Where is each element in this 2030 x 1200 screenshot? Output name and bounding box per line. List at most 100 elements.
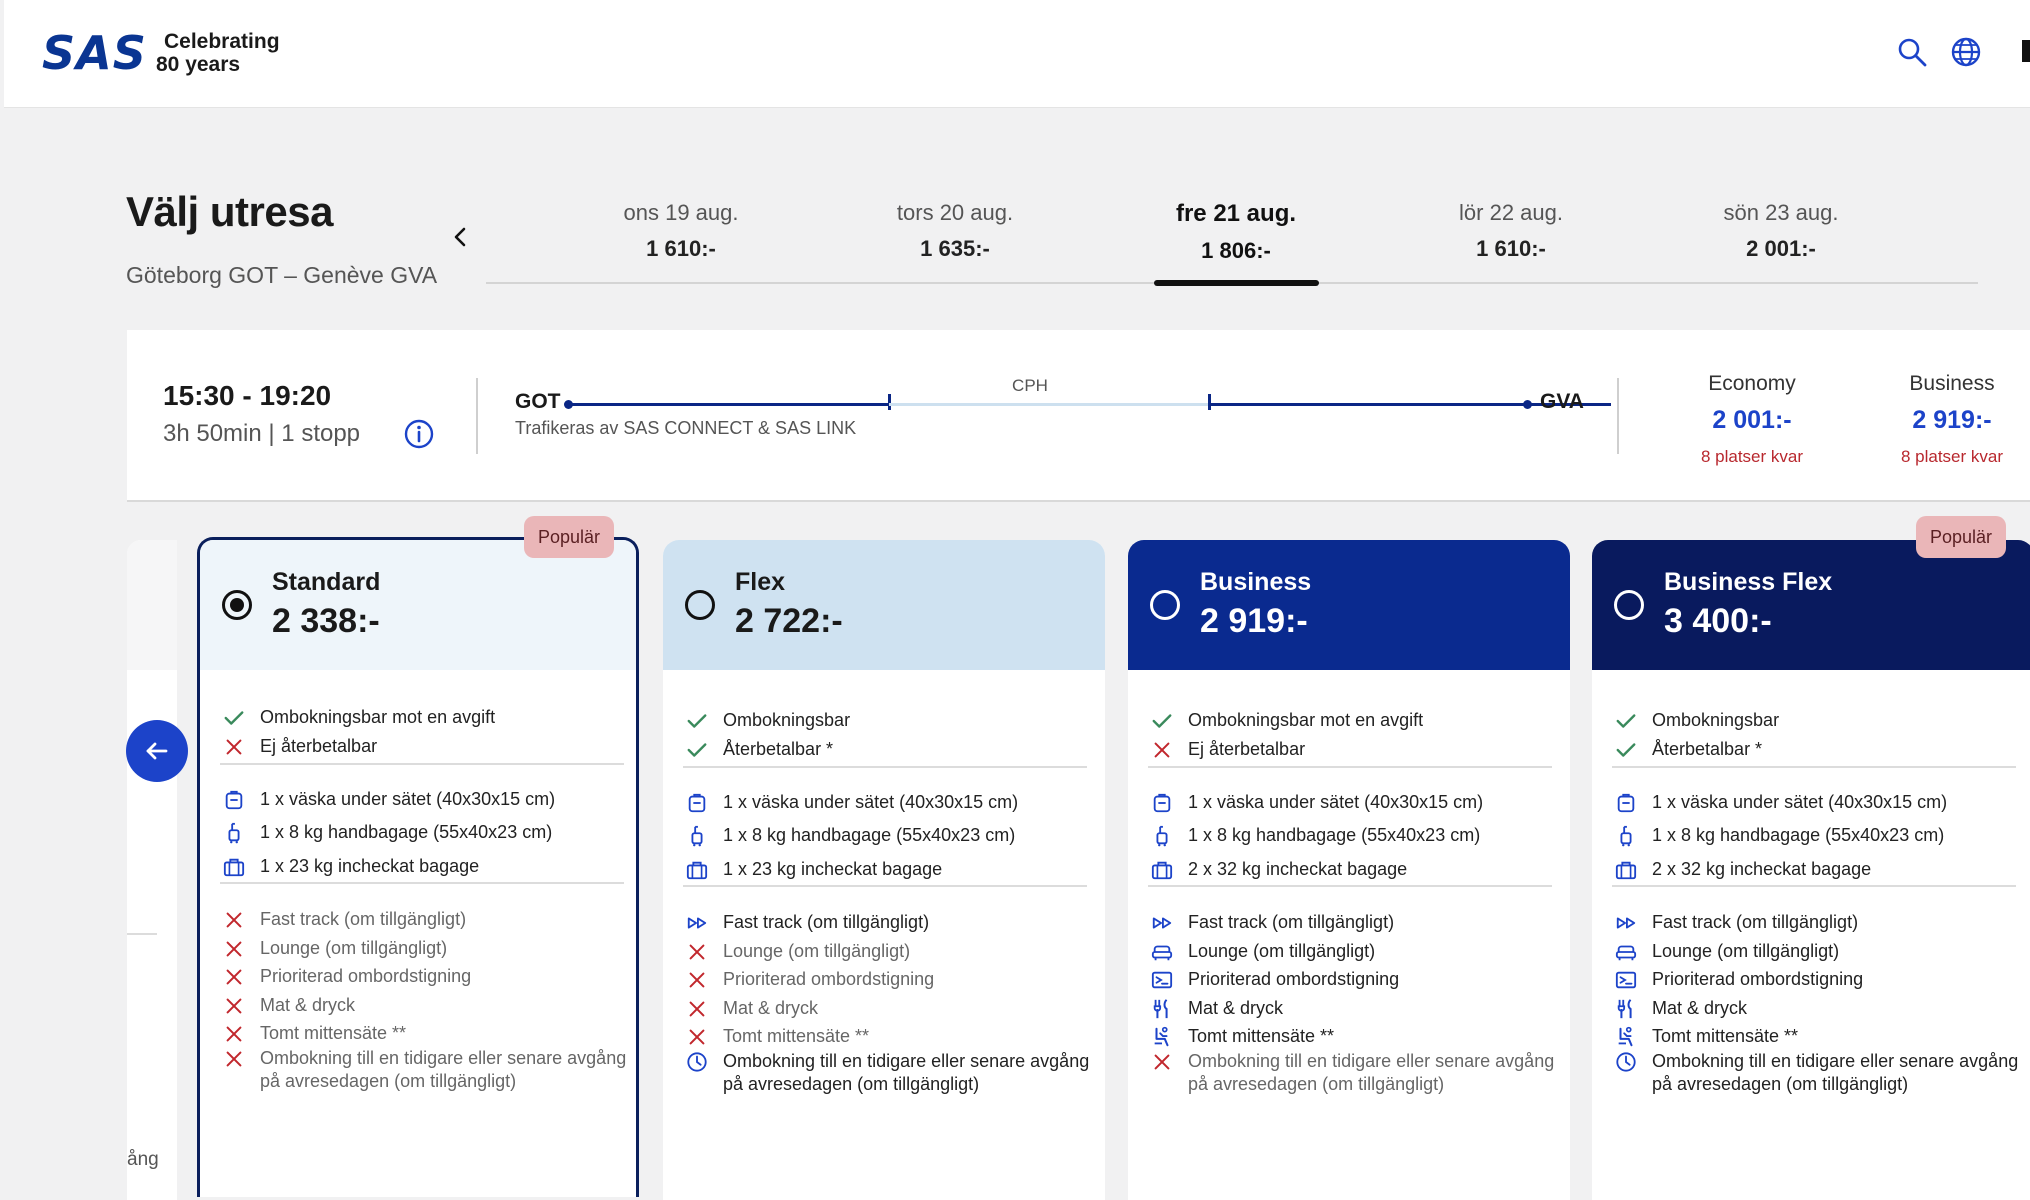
date-tab[interactable]: sön 23 aug. 2 001:- xyxy=(1681,200,1881,262)
cross-icon xyxy=(222,908,246,932)
seats-left: 8 platser kvar xyxy=(1700,447,1804,466)
sas-logo[interactable]: SAS xyxy=(42,26,147,80)
cabin-economy[interactable]: Economy 2 001:- 8 platser kvar xyxy=(1662,372,1842,467)
feature-text: 2 x 32 kg incheckat bagage xyxy=(1652,859,1872,879)
radio-button[interactable] xyxy=(1614,590,1644,620)
date-label: tors 20 aug. xyxy=(896,200,1014,225)
fare-feature: 1 x väska under sätet (40x30x15 cm) xyxy=(1614,791,1947,815)
fare-header: Business Flex 3 400:- xyxy=(1592,540,2030,670)
fare-price: 3 400:- xyxy=(1664,602,1772,640)
feature-text: Ombokningsbar mot en avgift xyxy=(260,707,496,727)
feature-text: Mat & dryck xyxy=(723,998,819,1018)
radio-selected[interactable] xyxy=(222,590,252,620)
fare-card-business[interactable]: Business 2 919:- Ombokningsbar mot en av… xyxy=(1128,540,1570,1200)
feature-text: 1 x 8 kg handbagage (55x40x23 cm) xyxy=(1188,825,1481,845)
previous-fare-card[interactable]: ång xyxy=(127,540,177,1200)
fare-feature: Prioriterad ombordstigning xyxy=(1614,968,1863,992)
feature-text: Fast track (om tillgängligt) xyxy=(260,909,467,929)
fare-feature: Ombokningsbar xyxy=(685,709,850,733)
cabin-name: Business xyxy=(1909,372,1995,395)
feature-text: 1 x 8 kg handbagage (55x40x23 cm) xyxy=(1652,825,1945,845)
fare-feature: Ombokning till en tidigare eller senare … xyxy=(685,1050,1098,1096)
feature-text: Ombokning till en tidigare eller senare … xyxy=(260,1048,627,1091)
date-price: 1 806:- xyxy=(1201,238,1271,263)
feature-text: 1 x väska under sätet (40x30x15 cm) xyxy=(723,792,1019,812)
fare-feature: Ombokning till en tidigare eller senare … xyxy=(1150,1050,1563,1096)
date-price: 1 610:- xyxy=(646,236,716,261)
date-price: 1 635:- xyxy=(920,236,990,261)
radio-button[interactable] xyxy=(1150,590,1180,620)
feature-divider xyxy=(683,766,1087,768)
fare-feature: Ombokningsbar xyxy=(1614,709,1779,733)
feature-text: Återbetalbar * xyxy=(723,739,834,759)
chevron-left-icon[interactable] xyxy=(446,222,476,252)
route-tick xyxy=(888,394,891,410)
fare-feature: Mat & dryck xyxy=(222,994,355,1018)
info-icon[interactable] xyxy=(403,418,435,450)
cross-icon xyxy=(685,997,709,1021)
fare-price: 2 338:- xyxy=(272,602,380,640)
radio-button[interactable] xyxy=(685,590,715,620)
clock-icon xyxy=(685,1050,709,1074)
cross-icon xyxy=(1150,1050,1174,1074)
date-tab[interactable]: tors 20 aug. 1 635:- xyxy=(855,200,1055,262)
feature-divider xyxy=(1612,766,2016,768)
feature-text: Fast track (om tillgängligt) xyxy=(1188,912,1395,932)
fare-feature: 2 x 32 kg incheckat bagage xyxy=(1614,858,1871,882)
fare-feature: Mat & dryck xyxy=(1614,997,1747,1021)
check-icon xyxy=(1150,709,1174,733)
flight-card[interactable]: 15:30 - 19:20 3h 50min | 1 stopp GOT CPH… xyxy=(127,330,2030,502)
date-selector: ons 19 aug. 1 610:- tors 20 aug. 1 635:-… xyxy=(486,200,1978,284)
scroll-left-button[interactable] xyxy=(126,720,188,782)
fare-feature: Mat & dryck xyxy=(1150,997,1283,1021)
date-tab[interactable]: ons 19 aug. 1 610:- xyxy=(581,200,781,262)
date-tab-selected[interactable]: fre 21 aug. 1 806:- xyxy=(1136,200,1336,264)
fare-feature: 1 x 8 kg handbagage (55x40x23 cm) xyxy=(1614,824,1944,848)
fare-feature: 1 x 8 kg handbagage (55x40x23 cm) xyxy=(685,824,1015,848)
route-subtitle: Göteborg GOT – Genève GVA xyxy=(126,262,438,288)
globe-icon[interactable] xyxy=(1950,36,1982,68)
fare-feature: Återbetalbar * xyxy=(685,738,833,762)
fare-feature: Lounge (om tillgängligt) xyxy=(685,940,910,964)
feature-text: 1 x väska under sätet (40x30x15 cm) xyxy=(1652,792,1948,812)
cabin-business[interactable]: Business 2 919:- 8 platser kvar xyxy=(1862,372,2030,467)
cutlery-icon xyxy=(1150,997,1174,1021)
cross-icon xyxy=(222,965,246,989)
fare-card-flex[interactable]: Flex 2 722:- Ombokningsbar Återbetalbar *… xyxy=(663,540,1105,1200)
fare-card-standard[interactable]: Standard 2 338:- Ombokningsbar mot en av… xyxy=(197,537,639,1197)
trolley-icon xyxy=(1614,824,1638,848)
search-icon[interactable] xyxy=(1896,36,1928,68)
fare-feature: Ej återbetalbar xyxy=(222,735,377,759)
fast-track-icon xyxy=(1614,911,1638,935)
flight-duration: 3h 50min | 1 stopp xyxy=(163,420,361,447)
fare-feature: Tomt mittensäte ** xyxy=(1150,1025,1334,1049)
feature-text: Prioriterad ombordstigning xyxy=(260,966,472,986)
feature-text: Mat & dryck xyxy=(1188,998,1284,1018)
suitcase-icon xyxy=(685,858,709,882)
fare-feature: 2 x 32 kg incheckat bagage xyxy=(1150,858,1407,882)
suitcase-icon xyxy=(222,855,246,879)
fare-feature: 1 x väska under sätet (40x30x15 cm) xyxy=(685,791,1018,815)
feature-text: 2 x 32 kg incheckat bagage xyxy=(1188,859,1408,879)
fare-feature: Fast track (om tillgängligt) xyxy=(222,908,466,932)
fare-feature: Lounge (om tillgängligt) xyxy=(1150,940,1375,964)
date-tab[interactable]: lör 22 aug. 1 610:- xyxy=(1411,200,1611,262)
cabin-price: 2 001:- xyxy=(1712,406,1792,434)
fare-card-business-flex[interactable]: Business Flex 3 400:- Ombokningsbar Återb… xyxy=(1592,540,2030,1200)
fare-feature: Ombokningsbar mot en avgift xyxy=(1150,709,1423,733)
trolley-icon xyxy=(222,821,246,845)
cross-icon xyxy=(222,994,246,1018)
flight-times: 15:30 - 19:20 xyxy=(163,380,332,411)
cross-icon xyxy=(685,940,709,964)
date-price: 1 610:- xyxy=(1476,236,1546,261)
cross-icon xyxy=(1150,738,1174,762)
page-title: Välj utresa xyxy=(126,188,333,235)
fare-feature: Mat & dryck xyxy=(685,997,818,1021)
tagline-line-1: Celebrating xyxy=(164,30,280,53)
popular-badge: Populär xyxy=(1916,516,2007,558)
feature-text: Ej återbetalbar xyxy=(260,736,378,756)
bag-under-seat-icon xyxy=(1614,791,1638,815)
fast-track-icon xyxy=(1150,911,1174,935)
menu-icon[interactable] xyxy=(2022,40,2030,62)
fare-name: Business xyxy=(1200,568,1312,596)
